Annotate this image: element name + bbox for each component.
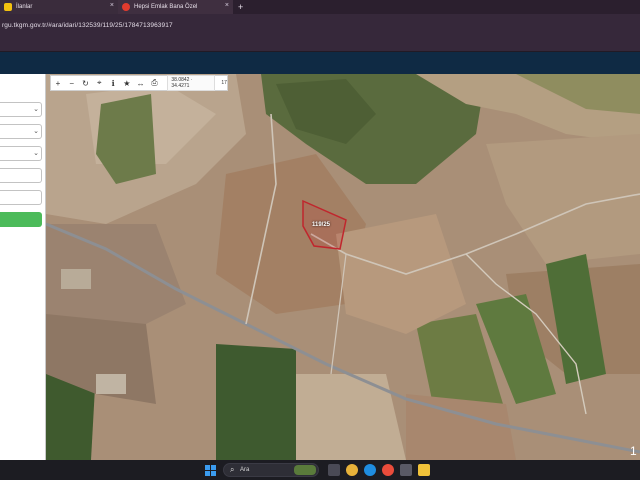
- parcel-input[interactable]: [0, 190, 42, 205]
- satellite-map[interactable]: 119/25: [46, 74, 640, 460]
- district-select[interactable]: ⌄: [0, 124, 42, 139]
- sahibinden-icon: [4, 3, 12, 11]
- info-icon[interactable]: ℹ: [106, 76, 120, 90]
- map-toolbar: + − ↻ ⌖ ℹ ★ ↔ ⎙ 38.0842 · 34.4271 17: [50, 75, 228, 91]
- search-placeholder: Ara: [240, 467, 250, 473]
- close-icon[interactable]: ×: [110, 2, 114, 9]
- search-highlight-icon: [294, 465, 316, 475]
- satellite-imagery: [46, 74, 640, 460]
- zoom-in-icon[interactable]: +: [51, 76, 65, 90]
- url-text[interactable]: rgu.tkgm.gov.tr/#ara/idari/132539/119/25…: [2, 22, 173, 29]
- task-view-icon[interactable]: [328, 464, 340, 476]
- refresh-icon[interactable]: ↻: [79, 76, 93, 90]
- crosshair-icon[interactable]: ⌖: [92, 76, 106, 90]
- bookmarks-bar: [0, 36, 640, 52]
- taskbar: [0, 460, 640, 480]
- query-button[interactable]: [0, 212, 42, 227]
- search-icon: ⌕: [230, 465, 235, 474]
- query-panel: ⌄ ⌄ ⌄: [0, 74, 46, 460]
- measure-icon[interactable]: ↔: [134, 76, 148, 90]
- parcel-label: 119/25: [312, 222, 331, 228]
- tab-hepsiemlak[interactable]: Hepsi Emlak Bana Özel ×: [118, 0, 233, 14]
- neighborhood-select[interactable]: ⌄: [0, 146, 42, 161]
- taskbar-search[interactable]: ⌕ Ara: [223, 463, 319, 477]
- address-bar[interactable]: rgu.tkgm.gov.tr/#ara/idari/132539/119/25…: [0, 14, 640, 36]
- tab-ilanlar[interactable]: İlanlar ×: [0, 0, 118, 14]
- zoom-level: 17: [221, 80, 227, 86]
- province-select[interactable]: ⌄: [0, 102, 42, 117]
- edge-icon[interactable]: [364, 464, 376, 476]
- print-icon[interactable]: ⎙: [148, 76, 162, 90]
- photos-icon[interactable]: [382, 464, 394, 476]
- block-input[interactable]: [0, 168, 42, 183]
- clock-partial: 1: [630, 444, 637, 458]
- chevron-down-icon: ⌄: [33, 106, 39, 113]
- chevron-down-icon: ⌄: [33, 128, 39, 135]
- tab-title: İlanlar: [16, 4, 33, 10]
- tab-title: Hepsi Emlak Bana Özel: [134, 4, 198, 10]
- coordinates-readout: 38.0842 · 34.4271: [167, 75, 216, 91]
- file-explorer-icon[interactable]: [418, 464, 430, 476]
- close-icon[interactable]: ×: [225, 2, 229, 9]
- hepsiemlak-icon: [122, 3, 130, 11]
- store-icon[interactable]: [400, 464, 412, 476]
- chevron-down-icon: ⌄: [33, 150, 39, 157]
- new-tab-button[interactable]: +: [233, 0, 248, 14]
- chrome-icon[interactable]: [346, 464, 358, 476]
- zoom-out-icon[interactable]: −: [65, 76, 79, 90]
- app-header: [0, 52, 640, 74]
- windows-start-icon[interactable]: [205, 465, 216, 476]
- star-icon[interactable]: ★: [120, 76, 134, 90]
- browser-tab-strip: İlanlar × Hepsi Emlak Bana Özel × +: [0, 0, 640, 14]
